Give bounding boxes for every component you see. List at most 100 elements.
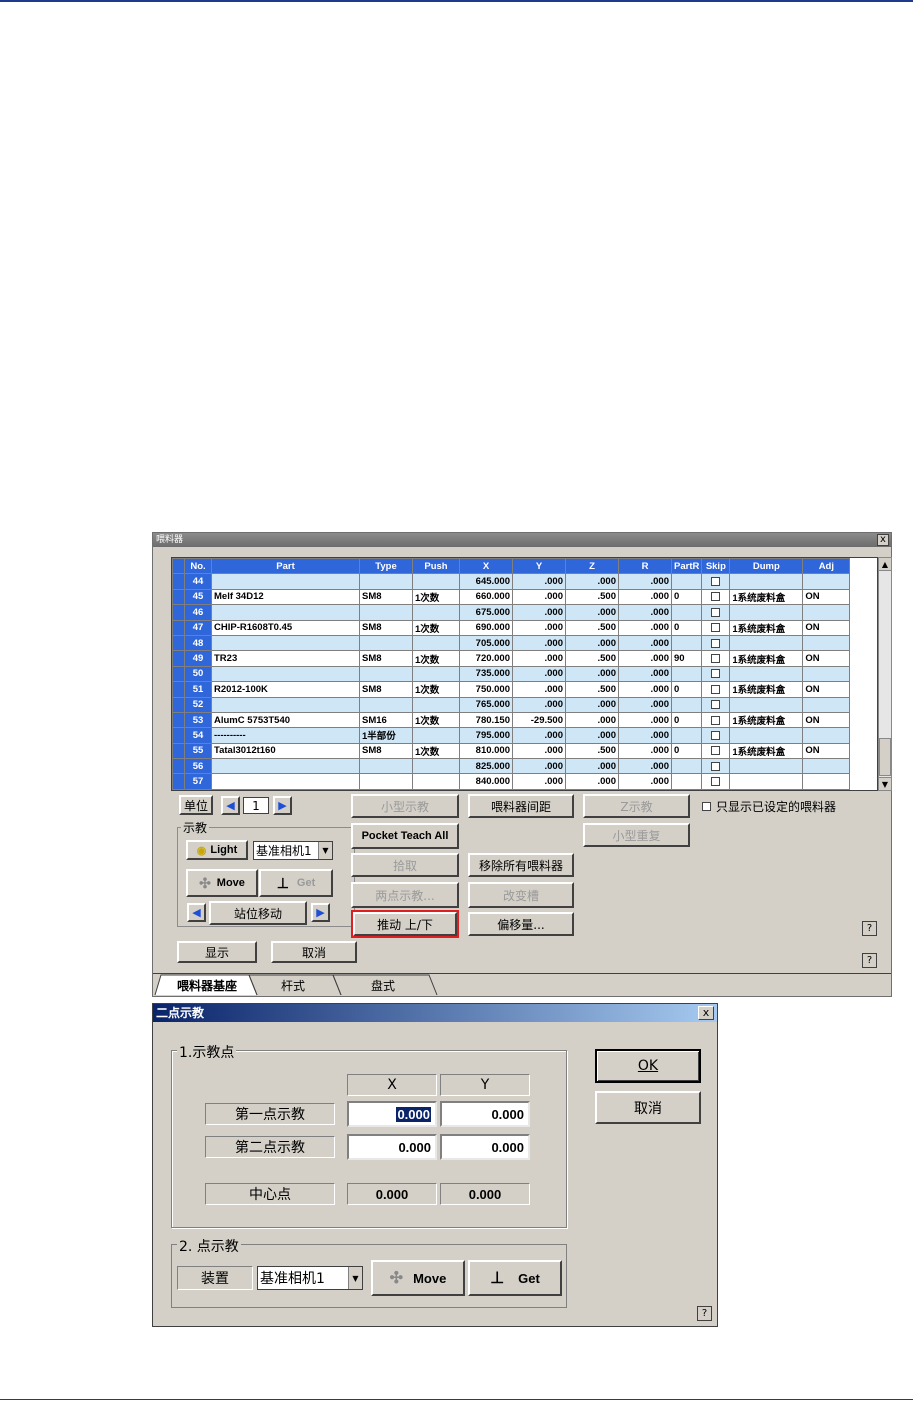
cell-type[interactable] <box>359 665 413 683</box>
cell-x[interactable]: 750.000 <box>459 681 513 698</box>
table-row[interactable]: 54 ---------- 1半部份 795.000.000.000.000 <box>172 727 851 744</box>
cell-dump[interactable] <box>729 727 804 744</box>
cell-y[interactable]: .000 <box>512 634 566 652</box>
skip-checkbox[interactable] <box>711 638 721 648</box>
skip-cell[interactable] <box>701 711 731 729</box>
show-button[interactable]: 显示 <box>177 941 257 963</box>
cell-r[interactable]: .000 <box>618 711 672 729</box>
ok-button[interactable]: OK <box>595 1049 701 1083</box>
skip-checkbox[interactable] <box>711 684 721 694</box>
cell-z[interactable]: .000 <box>565 727 619 744</box>
unit-next-arrow-icon[interactable]: ▶ <box>273 796 292 815</box>
cell-z[interactable]: .000 <box>565 665 619 683</box>
cell-dump[interactable]: 1系统废料盒 <box>729 711 804 729</box>
skip-cell[interactable] <box>701 681 731 698</box>
col-header[interactable]: Y <box>512 558 566 575</box>
skip-checkbox[interactable] <box>711 761 721 771</box>
camera-select[interactable]: 基准相机1 ▼ <box>253 841 333 860</box>
cell-part[interactable] <box>211 573 360 590</box>
skip-checkbox[interactable] <box>711 730 721 740</box>
cell-push[interactable] <box>412 604 460 621</box>
cell-r[interactable]: .000 <box>618 665 672 683</box>
cell-adj[interactable]: ON <box>802 650 851 667</box>
cell-r[interactable]: .000 <box>618 696 672 713</box>
cell-part[interactable] <box>211 604 360 621</box>
cell-part[interactable]: Tatal3012t160 <box>211 742 360 760</box>
cell-y[interactable]: .000 <box>512 696 566 713</box>
move-button[interactable]: ✣ Move <box>186 869 258 897</box>
cell-x[interactable]: 705.000 <box>459 634 513 652</box>
first-point-y-input[interactable]: 0.000 <box>440 1101 530 1127</box>
table-row[interactable]: 49 TR23 SM8 1次数 720.000.000.500.000 90 1系统废料盒 O… <box>172 650 851 667</box>
cell-type[interactable] <box>359 604 413 621</box>
cell-no[interactable]: 49 <box>184 650 212 667</box>
cell-r[interactable]: .000 <box>618 727 672 744</box>
cell-x[interactable]: 735.000 <box>459 665 513 683</box>
dialog-help-icon[interactable]: ? <box>697 1306 712 1321</box>
cell-y[interactable]: .000 <box>512 665 566 683</box>
cell-partr[interactable] <box>670 773 703 790</box>
cell-partr[interactable] <box>670 696 703 713</box>
cell-no[interactable]: 54 <box>184 727 212 744</box>
cell-x[interactable]: 840.000 <box>459 773 513 790</box>
cell-y[interactable]: .000 <box>512 588 566 606</box>
cell-partr[interactable] <box>670 758 703 775</box>
cell-adj[interactable]: ON <box>802 681 851 698</box>
help-icon[interactable]: ? <box>862 921 877 936</box>
cell-push[interactable] <box>412 727 460 744</box>
only-show-checkbox[interactable] <box>702 802 711 811</box>
scroll-thumb[interactable] <box>879 738 891 776</box>
cell-y[interactable]: .000 <box>512 727 566 744</box>
row-selector[interactable] <box>172 619 185 636</box>
cell-r[interactable]: .000 <box>618 573 672 590</box>
skip-cell[interactable] <box>701 665 731 683</box>
cell-adj[interactable] <box>802 634 851 652</box>
col-header[interactable]: PartR <box>670 558 703 575</box>
cell-y[interactable]: .000 <box>512 742 566 760</box>
cell-no[interactable]: 52 <box>184 696 212 713</box>
change-slot-button[interactable]: 改变槽 <box>468 882 574 908</box>
cell-part[interactable] <box>211 665 360 683</box>
cell-type[interactable] <box>359 573 413 590</box>
cell-push[interactable] <box>412 573 460 590</box>
cell-y[interactable]: .000 <box>512 681 566 698</box>
cell-y[interactable]: .000 <box>512 604 566 621</box>
cell-part[interactable] <box>211 773 360 790</box>
row-selector[interactable] <box>172 711 185 729</box>
push-up-down-button[interactable]: 推动 上/下 <box>351 910 459 938</box>
col-header[interactable]: Z <box>565 558 619 575</box>
cell-push[interactable] <box>412 696 460 713</box>
row-selector[interactable] <box>172 696 185 713</box>
cell-z[interactable]: .500 <box>565 619 619 636</box>
device-select[interactable]: 基准相机1 ▼ <box>257 1266 363 1290</box>
pocket-teach-all-button[interactable]: Pocket Teach All <box>351 823 459 849</box>
table-scrollbar[interactable]: ▲ ▼ <box>878 557 892 791</box>
row-selector[interactable] <box>172 650 185 667</box>
cell-y[interactable]: -29.500 <box>512 711 566 729</box>
cell-x[interactable]: 825.000 <box>459 758 513 775</box>
cell-dump[interactable] <box>729 665 804 683</box>
cell-r[interactable]: .000 <box>618 742 672 760</box>
cell-z[interactable]: .500 <box>565 650 619 667</box>
cell-type[interactable]: SM8 <box>359 650 413 667</box>
cell-adj[interactable] <box>802 727 851 744</box>
skip-cell[interactable] <box>701 573 731 590</box>
row-selector[interactable] <box>172 634 185 652</box>
col-header[interactable]: Dump <box>729 558 804 575</box>
cell-no[interactable]: 56 <box>184 758 212 775</box>
row-selector[interactable] <box>172 588 185 606</box>
cell-z[interactable]: .000 <box>565 773 619 790</box>
cell-r[interactable]: .000 <box>618 588 672 606</box>
col-header[interactable]: Push <box>412 558 460 575</box>
cell-z[interactable]: .500 <box>565 742 619 760</box>
small-teach-button[interactable]: 小型示教 <box>351 794 459 818</box>
skip-checkbox[interactable] <box>711 623 721 633</box>
cell-partr[interactable]: 0 <box>670 619 703 636</box>
two-point-teach-button[interactable]: 两点示教... <box>351 882 459 908</box>
cell-x[interactable]: 660.000 <box>459 588 513 606</box>
row-selector[interactable] <box>172 727 185 744</box>
skip-checkbox[interactable] <box>711 700 721 710</box>
cell-type[interactable]: SM8 <box>359 742 413 760</box>
cell-partr[interactable]: 0 <box>670 588 703 606</box>
cell-no[interactable]: 45 <box>184 588 212 606</box>
